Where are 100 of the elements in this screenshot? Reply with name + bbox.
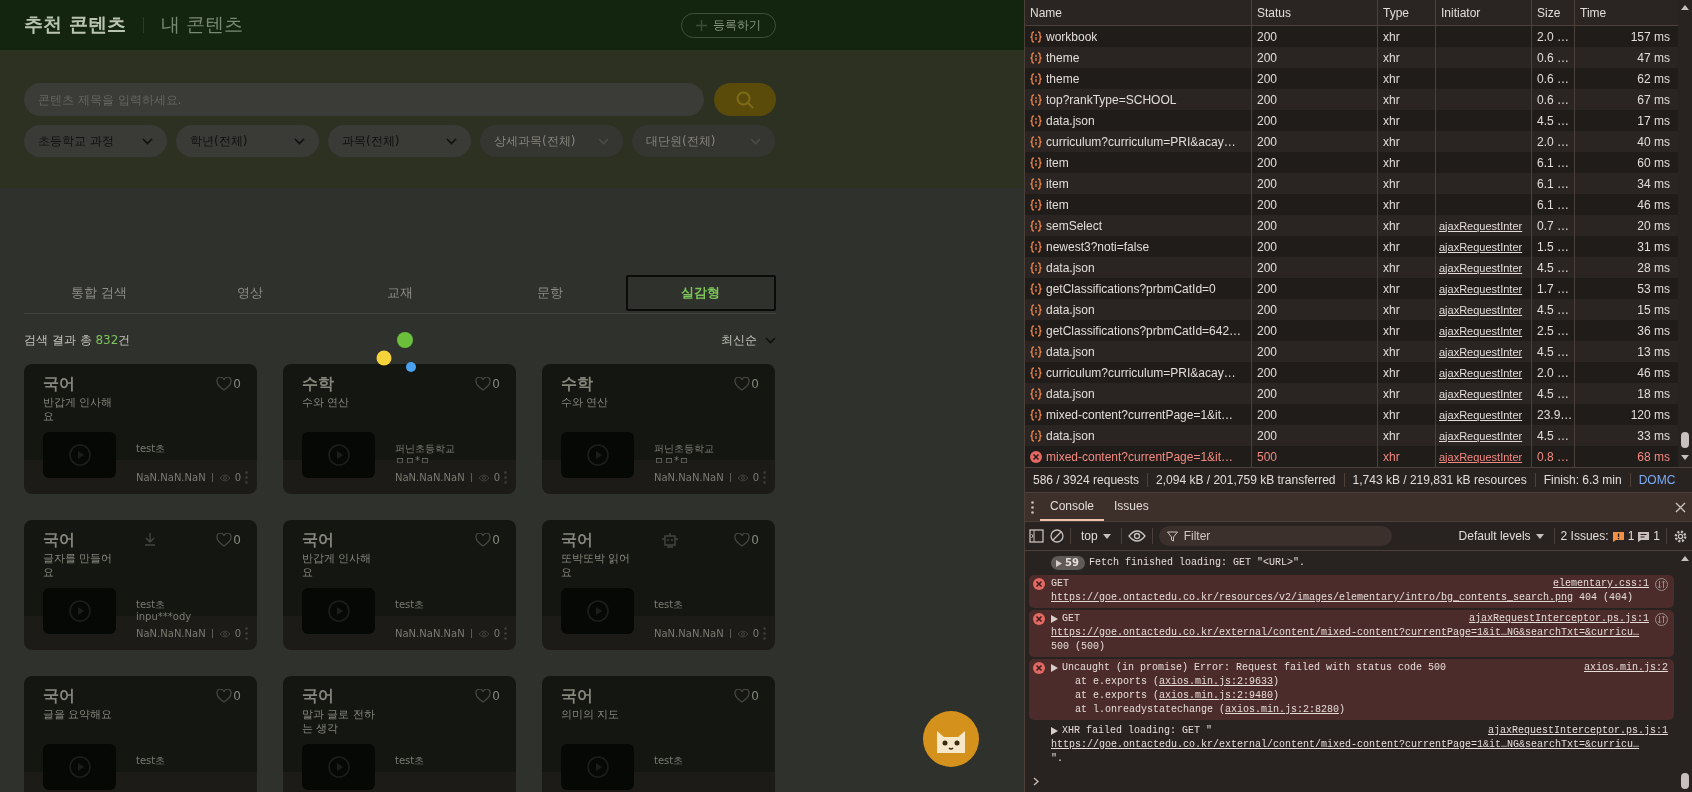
content-card[interactable]: 국어 0 반갑게 인사해요 test초 NaN.NaN.NaN 0 [24, 364, 257, 494]
initiator-link[interactable]: ajaxRequestInter [1439, 303, 1523, 316]
initiator-link[interactable]: ajaxRequestInter [1439, 429, 1523, 442]
braces-icon [1030, 93, 1042, 106]
table-row[interactable]: data.json 200 xhr 4.5 … 17 ms [1025, 110, 1678, 131]
table-row[interactable]: workbook 200 xhr 2.0 … 157 ms [1025, 26, 1678, 47]
stack-link[interactable]: axios.min.js:2:9480 [1159, 690, 1274, 701]
drawer-tab[interactable]: Console [1040, 493, 1105, 521]
heart-icon[interactable] [734, 533, 751, 547]
request-name: newest3?noti=false [1046, 239, 1150, 254]
content-card[interactable]: 수학 0 수와 연산 퍼닌초등학교 ㅁㅁ*ㅁ NaN.NaN.NaN 0 [542, 364, 775, 494]
request-name: theme [1046, 50, 1080, 65]
url-link[interactable]: https://goe.ontactedu.co.kr/external/content/mixed-content?currentPage=1&it…NG&searchTxt=&curricu… [1051, 739, 1640, 750]
content-card[interactable]: 수학 0 수와 연산 퍼닌초등학교 ㅁㅁ*ㅁ NaN.NaN.NaN 0 [283, 364, 516, 494]
heart-icon[interactable] [216, 533, 233, 547]
table-row[interactable]: item 200 xhr 6.1 … 60 ms [1025, 152, 1678, 173]
filter-field[interactable]: Filter [1158, 526, 1392, 546]
content-tab[interactable]: 문항 [475, 275, 626, 311]
initiator-link[interactable]: ajaxRequestInter [1439, 387, 1523, 400]
heart-icon[interactable] [734, 377, 751, 391]
cat-mascot-button[interactable] [923, 711, 979, 767]
initiator-link[interactable]: ajaxRequestInter [1439, 408, 1523, 421]
play-icon [67, 443, 92, 467]
subject-label: 국어 [43, 373, 75, 395]
content-tab[interactable]: 실감형 [625, 275, 777, 311]
sidebar-icon[interactable] [1029, 529, 1044, 543]
initiator-link[interactable]: ajaxRequestInter [1439, 282, 1523, 295]
table-row[interactable]: theme 200 xhr 0.6 … 62 ms [1025, 68, 1678, 89]
source-link[interactable]: axios.min.js:2 [1584, 661, 1668, 675]
heart-icon[interactable] [475, 533, 492, 547]
initiator-link[interactable]: ajaxRequestInter [1439, 240, 1523, 253]
author-name: test초 [136, 599, 167, 611]
content-card[interactable]: 국어 0 의미의 지도 test초 [542, 676, 775, 792]
sort-dropdown[interactable]: 최신순 [721, 331, 776, 349]
request-name: semSelect [1046, 218, 1103, 233]
prompt-chevron-icon[interactable] [1033, 777, 1039, 786]
content-card[interactable]: 국어 0 말과 글로 전하는 생각 test초 [283, 676, 516, 792]
status-link[interactable]: DOMC [1630, 473, 1676, 487]
content-tab[interactable]: 교재 [324, 275, 476, 311]
initiator-link[interactable]: ajaxRequestInter [1439, 450, 1523, 463]
column-header[interactable]: Initiator [1436, 0, 1532, 25]
like-count: 0 [233, 377, 241, 391]
issues-label[interactable]: 2 Issues: [1560, 529, 1609, 543]
issue-count[interactable]: 1 [1627, 529, 1635, 543]
table-row[interactable]: newest3?noti=false 200 xhr ajaxRequestInter 1.5 … 31 ms [1025, 236, 1678, 257]
initiator-link[interactable]: ajaxRequestInter [1439, 345, 1523, 358]
heart-icon[interactable] [216, 689, 233, 703]
column-header[interactable]: Type [1378, 0, 1436, 25]
search-button[interactable] [714, 83, 776, 116]
table-row[interactable]: curriculum?curriculum=PRI&acay… 200 xhr ajaxRequestInter 2.0 … 46 ms [1025, 362, 1678, 383]
header-tab[interactable]: 추천 콘텐츠 [24, 12, 126, 38]
source-link[interactable]: elementary.css:1 [1553, 577, 1649, 591]
heart-icon[interactable] [216, 377, 233, 391]
heart-icon[interactable] [475, 377, 492, 391]
table-row[interactable]: item 200 xhr 6.1 … 46 ms [1025, 194, 1678, 215]
network-request-icon[interactable] [1655, 577, 1668, 591]
table-row[interactable]: mixed-content?currentPage=1&it… 500 xhr ajaxRequestInter 0.8 … 68 ms [1025, 446, 1678, 467]
issue-count[interactable]: 1 [1653, 529, 1660, 543]
context-dropdown[interactable]: top [1077, 529, 1115, 543]
source-link[interactable]: ajaxRequestInterceptor.ps.js:1 [1487, 724, 1668, 738]
date-text: NaN.NaN.NaN [395, 472, 465, 483]
initiator-link[interactable]: ajaxRequestInter [1439, 219, 1523, 232]
stack-link[interactable]: axios.min.js:2:8280 [1225, 704, 1340, 715]
clear-icon[interactable] [1050, 529, 1064, 543]
initiator-link[interactable]: ajaxRequestInter [1439, 261, 1523, 274]
column-header[interactable]: Status [1252, 0, 1378, 25]
column-header[interactable]: Name [1025, 0, 1252, 25]
network-request-icon[interactable] [1655, 612, 1668, 626]
content-tab[interactable]: 통합 검색 [24, 275, 175, 311]
source-link[interactable]: ajaxRequestInterceptor.ps.js:1 [1468, 612, 1649, 626]
initiator-link[interactable]: ajaxRequestInter [1439, 366, 1523, 379]
content-card[interactable]: 국어 0 반갑게 인사해요 test초 NaN.NaN.NaN 0 [283, 520, 516, 650]
drawer-tab[interactable]: Issues [1104, 493, 1159, 521]
like-count: 0 [751, 689, 759, 703]
settings-icon[interactable] [1673, 528, 1688, 544]
heart-icon[interactable] [475, 689, 492, 703]
stack-link[interactable]: axios.min.js:2:9633 [1159, 676, 1274, 687]
url-link[interactable]: https://goe.ontactedu.co.kr/external/content/mixed-content?currentPage=1&it…NG&searchTxt=&curricu… [1051, 627, 1640, 638]
like-count: 0 [233, 533, 241, 547]
levels-dropdown[interactable]: Default levels [1454, 529, 1548, 543]
content-card[interactable]: 국어 0 글을 요약해요 test초 [24, 676, 257, 792]
expand-caret-icon[interactable] [1051, 664, 1058, 672]
table-row[interactable]: getClassifications?prbmCatId=642… 200 xhr ajaxRequestInter 2.5 … 36 ms [1025, 320, 1678, 341]
column-header[interactable]: Time [1575, 0, 1678, 25]
expand-caret-icon[interactable] [1051, 615, 1058, 623]
content-card[interactable]: 국어 0 글자를 만들어요 test초 inpu***ody NaN.NaN.NaN 0 [24, 520, 257, 650]
play-icon [326, 755, 351, 779]
header-tab[interactable]: 내 콘텐츠 [160, 12, 243, 38]
url-link[interactable]: https://goe.ontactedu.co.kr/resources/v2/images/elementary/intro/bg_contents_search.png [1051, 592, 1574, 603]
message-text: GET [1051, 577, 1069, 591]
table-row[interactable]: mixed-content?currentPage=1&it… 200 xhr ajaxRequestInter 23.9… 120 ms [1025, 404, 1678, 425]
content-title: 의미의 지도 [561, 708, 621, 723]
heart-icon[interactable] [734, 689, 751, 703]
column-header[interactable]: Size [1532, 0, 1575, 25]
eye-icon[interactable] [1127, 530, 1146, 542]
content-card[interactable]: 국어 0 또박또박 읽어요 test초 NaN.NaN.NaN 0 [542, 520, 775, 650]
table-row[interactable]: getClassifications?prbmCatId=0 200 xhr ajaxRequestInter 1.7 … 53 ms [1025, 278, 1678, 299]
content-tab[interactable]: 영상 [174, 275, 325, 311]
expand-caret-icon[interactable] [1051, 727, 1058, 735]
initiator-link[interactable]: ajaxRequestInter [1439, 324, 1523, 337]
